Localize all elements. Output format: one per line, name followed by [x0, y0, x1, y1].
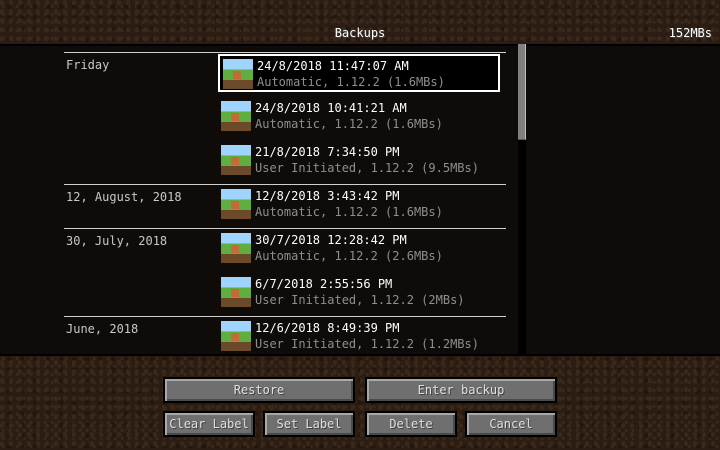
world-thumbnail: [223, 59, 253, 89]
cancel-button[interactable]: Cancel: [465, 411, 557, 437]
backup-datetime: 12/8/2018 3:43:42 PM: [255, 189, 400, 203]
backup-entry[interactable]: 12/6/2018 8:49:39 PM User Initiated, 1.1…: [218, 318, 500, 356]
backup-list[interactable]: Friday 24/8/2018 11:47:07 AM Automatic, …: [0, 44, 720, 356]
delete-button[interactable]: Delete: [365, 411, 457, 437]
backup-datetime: 30/7/2018 12:28:42 PM: [255, 233, 407, 247]
backup-datetime: 21/8/2018 7:34:50 PM: [255, 145, 400, 159]
world-thumbnail: [221, 189, 251, 219]
backup-details: Automatic, 1.12.2 (2.6MBs): [255, 249, 443, 263]
backup-entry[interactable]: 12/8/2018 3:43:42 PM Automatic, 1.12.2 (…: [218, 186, 500, 224]
set-label-button[interactable]: Set Label: [263, 411, 355, 437]
group-divider: [64, 184, 506, 185]
backup-datetime: 24/8/2018 10:41:21 AM: [255, 101, 407, 115]
page-title: Backups: [334, 26, 386, 40]
backup-datetime: 12/6/2018 8:49:39 PM: [255, 321, 400, 335]
backup-details: Automatic, 1.12.2 (1.6MBs): [257, 75, 445, 89]
backup-details: User Initiated, 1.12.2 (1.2MBs): [255, 337, 479, 351]
title-bar: Backups 152MBs: [0, 0, 720, 44]
world-thumbnail: [221, 101, 251, 131]
clear-label-button[interactable]: Clear Label: [163, 411, 255, 437]
group-divider: [64, 316, 506, 317]
backup-datetime: 6/7/2018 2:55:56 PM: [255, 277, 393, 291]
group-label: 30, July, 2018: [66, 234, 168, 248]
world-thumbnail: [221, 145, 251, 175]
backup-entry[interactable]: 30/7/2018 12:28:42 PM Automatic, 1.12.2 …: [218, 230, 500, 268]
enter-backup-button[interactable]: Enter backup: [365, 377, 557, 403]
group-divider: [64, 228, 506, 229]
group-label: 12, August, 2018: [66, 190, 182, 204]
restore-button[interactable]: Restore: [163, 377, 355, 403]
storage-used-label: 152MBs: [668, 26, 712, 40]
backup-entry[interactable]: 24/8/2018 10:41:21 AM Automatic, 1.12.2 …: [218, 98, 500, 136]
backup-entry[interactable]: 21/8/2018 7:34:50 PM User Initiated, 1.1…: [218, 142, 500, 180]
world-thumbnail: [221, 277, 251, 307]
group-label: June, 2018: [66, 322, 139, 336]
backup-entry[interactable]: 24/8/2018 11:47:07 AM Automatic, 1.12.2 …: [218, 54, 500, 92]
backup-details: User Initiated, 1.12.2 (9.5MBs): [255, 161, 479, 175]
backup-details: User Initiated, 1.12.2 (2MBs): [255, 293, 465, 307]
world-thumbnail: [221, 321, 251, 351]
group-label: Friday: [66, 58, 110, 72]
backup-datetime: 24/8/2018 11:47:07 AM: [257, 59, 409, 73]
group-divider: [64, 52, 506, 53]
scrollbar-thumb[interactable]: [518, 44, 526, 140]
backup-entry[interactable]: 6/7/2018 2:55:56 PM User Initiated, 1.12…: [218, 274, 500, 312]
backup-details: Automatic, 1.12.2 (1.6MBs): [255, 205, 443, 219]
world-thumbnail: [221, 233, 251, 263]
backup-details: Automatic, 1.12.2 (1.6MBs): [255, 117, 443, 131]
